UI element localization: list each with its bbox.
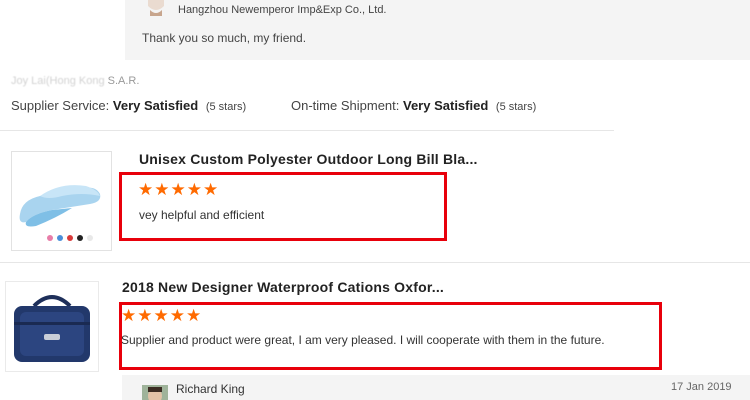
shipment-value: Very Satisfied [403,98,489,113]
supplier-reply-text: Thank you so much, my friend. [142,31,307,45]
product-thumbnail-visor[interactable] [11,151,112,251]
reply-date: 17 Jan 2019 [671,381,732,393]
shipment-stars: (5 stars) [495,101,537,113]
supplier-avatar [145,0,167,16]
reply-avatar [142,385,168,400]
buyer-name-blurred: Joy Lai(Hong Kong [11,75,105,87]
product-thumbnail-bag[interactable] [5,281,99,372]
supplier-company-name: Hangzhou Newemperor Imp&Exp Co., Ltd. [178,4,387,16]
divider [0,130,614,131]
highlight-box [119,302,662,370]
review-2-product-title[interactable]: 2018 New Designer Waterproof Cations Oxf… [122,279,444,295]
review-1-product-title[interactable]: Unisex Custom Polyester Outdoor Long Bil… [139,151,478,167]
highlight-box [119,172,447,241]
supplier-service-value: Very Satisfied [112,98,199,113]
buyer-region: S.A.R. [107,75,140,87]
shipment-label: On-time Shipment: [291,98,400,113]
divider [0,262,750,263]
supplier-service-stars: (5 stars) [205,101,247,113]
reply-author-name: Richard King [176,382,245,396]
buyer-name: Joy Lai(Hong Kong S.A.R. [11,75,139,87]
supplier-service-rating: Supplier Service: Very Satisfied (5 star… [11,98,246,113]
supplier-service-label: Supplier Service: [11,98,110,113]
shipment-rating: On-time Shipment: Very Satisfied (5 star… [291,98,536,113]
